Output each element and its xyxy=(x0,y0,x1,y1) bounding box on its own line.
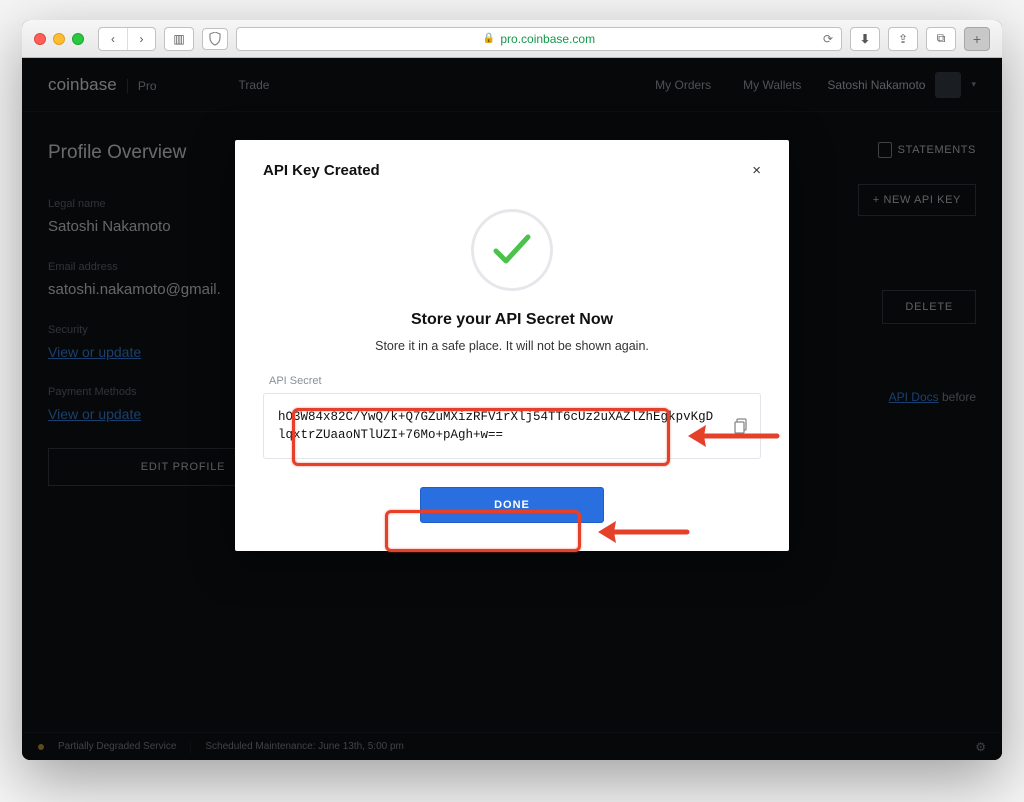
modal-title: API Key Created xyxy=(263,162,380,179)
nav-buttons: ‹ › xyxy=(98,27,156,51)
modal-subtext: Store it in a safe place. It will not be… xyxy=(263,339,761,353)
close-icon[interactable]: × xyxy=(752,162,761,179)
api-secret-label: API Secret xyxy=(269,375,761,387)
copy-icon[interactable] xyxy=(734,418,748,434)
forward-button[interactable]: › xyxy=(127,28,155,50)
tabs-icon[interactable]: ⧉ xyxy=(927,28,955,50)
minimize-window-icon[interactable] xyxy=(53,33,65,45)
lock-icon: 🔒 xyxy=(483,33,495,44)
api-secret-box: hO3W84x82C/YwQ/k+Q7GZuMXizRFV1rXlj54TT6c… xyxy=(263,393,761,459)
done-button[interactable]: DONE xyxy=(420,487,604,523)
sidebar-button-group: ▥ xyxy=(164,27,194,51)
success-icon-wrap xyxy=(263,209,761,291)
browser-toolbar: ‹ › ▥ 🔒 pro.coinbase.com ⟳ ⬇ ⇪ ⧉ + xyxy=(22,20,1002,58)
checkmark-icon xyxy=(492,233,532,267)
modal-heading: Store your API Secret Now xyxy=(263,311,761,329)
url-bar[interactable]: 🔒 pro.coinbase.com ⟳ xyxy=(236,27,842,51)
window-controls xyxy=(34,33,84,45)
success-circle xyxy=(471,209,553,291)
shield-icon[interactable] xyxy=(202,28,228,50)
api-key-created-modal: API Key Created × Store your API Secret … xyxy=(235,140,789,551)
sidebar-toggle-icon[interactable]: ▥ xyxy=(165,28,193,50)
downloads-icon[interactable]: ⬇ xyxy=(851,28,879,50)
new-tab-button[interactable]: + xyxy=(964,27,990,51)
close-window-icon[interactable] xyxy=(34,33,46,45)
url-text: pro.coinbase.com xyxy=(500,32,595,46)
share-icon[interactable]: ⇪ xyxy=(889,28,917,50)
back-button[interactable]: ‹ xyxy=(99,28,127,50)
reload-icon[interactable]: ⟳ xyxy=(823,32,833,46)
browser-window: ‹ › ▥ 🔒 pro.coinbase.com ⟳ ⬇ ⇪ ⧉ + c xyxy=(22,20,1002,760)
api-secret-value: hO3W84x82C/YwQ/k+Q7GZuMXizRFV1rXlj54TT6c… xyxy=(278,410,713,442)
maximize-window-icon[interactable] xyxy=(72,33,84,45)
